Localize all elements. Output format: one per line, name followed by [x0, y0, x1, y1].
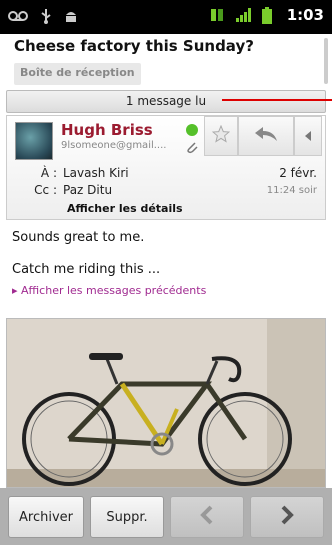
reply-icon [253, 126, 279, 147]
star-icon [211, 124, 231, 148]
chevron-right-icon [280, 505, 294, 529]
attachment-icon [185, 140, 199, 158]
status-right-icons: 1:03 [209, 6, 324, 24]
bicycle-photo[interactable] [6, 318, 326, 488]
show-previous-messages-link[interactable]: ▸ Afficher les messages précédents [12, 284, 206, 297]
status-time: 1:03 [286, 6, 324, 24]
subject-title: Cheese factory this Sunday? [14, 37, 254, 55]
message-body-line-1: Sounds great to me. [12, 230, 145, 245]
bottom-action-bar: Archiver Suppr. [0, 488, 332, 545]
next-message-button[interactable] [250, 496, 324, 538]
status-left-icons [8, 8, 78, 28]
inbox-label-chip[interactable]: Boîte de réception [14, 63, 141, 85]
cc-value: Paz Ditu [63, 183, 113, 197]
status-bar: 1:03 [0, 0, 332, 34]
battery-icon [261, 7, 277, 24]
previous-message-button[interactable] [170, 496, 244, 538]
header-scrollbar [324, 38, 328, 84]
to-label: À : [40, 166, 57, 180]
message-action-buttons [204, 116, 322, 156]
data-sync-icon [209, 7, 225, 23]
callout-line [222, 99, 332, 101]
chevron-left-icon [304, 126, 312, 147]
to-value: Lavash Kiri [63, 166, 129, 180]
show-details-link[interactable]: Afficher les détails [67, 202, 183, 215]
message-date: 2 févr. [279, 166, 317, 180]
message-body-line-2: Catch me riding this ... [12, 262, 161, 277]
delete-button[interactable]: Suppr. [90, 496, 164, 538]
cc-label: Cc : [34, 183, 57, 197]
presence-status-icon [186, 124, 198, 136]
sender-name: Hugh Briss [61, 121, 153, 139]
message-time: 11:24 soir [266, 185, 317, 196]
sender-email: 9lsomeone@gmail.... [61, 140, 167, 151]
more-actions-button[interactable] [294, 116, 322, 156]
to-row: À : Lavash Kiri [7, 166, 129, 180]
star-button[interactable] [204, 116, 238, 156]
message-header-card: Hugh Briss 9lsomeone@gmail.... À : Lavash… [6, 115, 326, 220]
archive-button[interactable]: Archiver [8, 496, 84, 538]
voicemail-icon [8, 10, 28, 26]
avatar[interactable] [15, 122, 53, 160]
read-messages-bar[interactable]: 1 message lu [6, 90, 326, 113]
signal-icon [235, 7, 251, 23]
android-icon [64, 8, 78, 28]
chevron-left-icon [200, 505, 214, 529]
reply-button[interactable] [238, 116, 294, 156]
cc-row: Cc : Paz Ditu [7, 183, 112, 197]
conversation-header: Cheese factory this Sunday? Boîte de réc… [0, 34, 332, 90]
usb-icon [40, 8, 52, 28]
